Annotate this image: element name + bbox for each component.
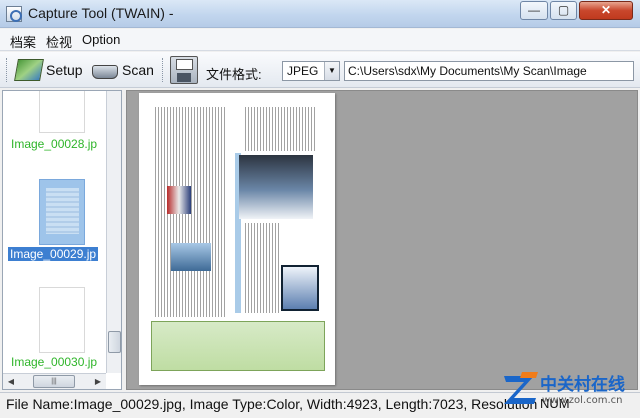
setup-label: Setup (46, 62, 83, 78)
toolbar: Setup Scan 文件格式: JPEG ▼ C:\Users\sdx\My … (0, 52, 640, 88)
app-icon (6, 6, 22, 22)
file-format-label: 文件格式: (206, 67, 262, 82)
scanner-icon (92, 65, 118, 79)
page-photo (167, 186, 191, 214)
menu-option[interactable]: Option (82, 32, 120, 47)
minimize-button[interactable]: — (520, 1, 548, 20)
page-photo (239, 155, 313, 219)
status-text: File Name:Image_00029.jpg, Image Type:Co… (6, 396, 538, 412)
window-title: Capture Tool (TWAIN) - (28, 5, 174, 21)
thumbnail-image[interactable] (39, 287, 85, 353)
page-stamp-image (281, 265, 319, 311)
watermark: 中关村在线 www.zol.com.cn (500, 364, 636, 416)
image-preview-area[interactable] (126, 90, 638, 390)
maximize-button[interactable]: ▢ (550, 1, 577, 20)
thumbnail-panel[interactable]: Image_00028.jp Image_00029.jp Image_0003… (2, 90, 122, 390)
menu-view[interactable]: 检视 (46, 32, 72, 51)
scan-button[interactable]: Scan (92, 57, 154, 83)
text-column (243, 107, 317, 151)
thumbnail-image-selected[interactable] (39, 179, 85, 245)
page-photo (171, 243, 211, 271)
watermark-url: www.zol.com.cn (542, 395, 623, 406)
setup-button[interactable]: Setup (14, 57, 83, 83)
zol-logo-icon (504, 372, 538, 404)
thumbnail-label[interactable]: Image_00028.jp (11, 137, 97, 151)
watermark-text: 中关村在线 (540, 375, 625, 394)
horizontal-scroll-thumb[interactable]: ||| (33, 375, 75, 388)
thumbnail-label[interactable]: Image_00030.jp (11, 355, 97, 369)
setup-icon (14, 59, 44, 81)
vertical-scrollbar[interactable] (106, 91, 121, 373)
save-icon[interactable] (170, 56, 198, 84)
menu-bar: 档案 检视 Option (0, 29, 640, 51)
page-footer-banner (151, 321, 325, 371)
scroll-left-icon[interactable]: ◀ (4, 375, 18, 389)
file-format-select[interactable]: JPEG ▼ (282, 61, 340, 81)
title-bar[interactable]: Capture Tool (TWAIN) - — ▢ ✕ (0, 0, 640, 28)
thumbnail-image[interactable] (39, 91, 85, 133)
vertical-scroll-thumb[interactable] (108, 331, 121, 353)
capture-tool-window: Capture Tool (TWAIN) - — ▢ ✕ 档案 检视 Optio… (0, 0, 640, 418)
file-format-value: JPEG (287, 64, 319, 78)
scanned-page-image (139, 93, 335, 385)
toolbar-grip[interactable] (6, 58, 9, 82)
chevron-down-icon[interactable]: ▼ (324, 62, 339, 80)
horizontal-scrollbar[interactable]: ◀ ||| ▶ (3, 373, 106, 389)
scan-label: Scan (122, 62, 154, 78)
toolbar-grip-2[interactable] (162, 58, 165, 82)
thumbnail-label-selected[interactable]: Image_00029.jp (8, 247, 99, 261)
menu-file[interactable]: 档案 (10, 32, 36, 51)
close-button[interactable]: ✕ (579, 1, 633, 20)
save-path-field[interactable]: C:\Users\sdx\My Documents\My Scan\Image (344, 61, 634, 81)
text-column (243, 223, 279, 313)
scroll-right-icon[interactable]: ▶ (91, 375, 105, 389)
